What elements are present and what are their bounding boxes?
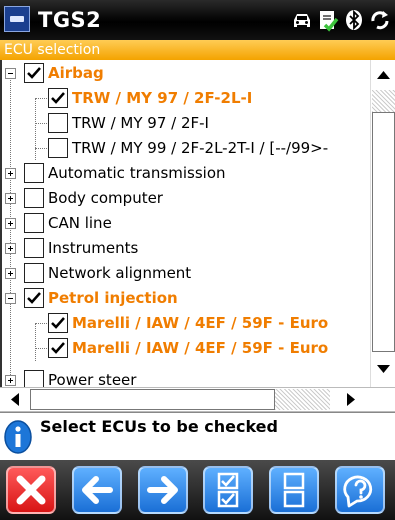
tree-node-petrol-injection[interactable]: Petrol injection (2, 286, 370, 311)
app-title: TGS2 (38, 8, 102, 32)
tree-connector (35, 348, 47, 349)
expand-toggle[interactable] (5, 375, 16, 386)
checkbox-marelli-1[interactable] (48, 313, 68, 333)
tree-node-label: Body computer (48, 189, 163, 207)
info-icon (4, 420, 32, 454)
expand-toggle[interactable] (5, 268, 16, 279)
checkbox-power-steer[interactable] (24, 370, 44, 387)
checkbox-trw-2[interactable] (48, 113, 68, 133)
collapse-toggle[interactable] (5, 293, 16, 304)
tree-node-network-alignment[interactable]: Network alignment (2, 261, 370, 286)
help-button[interactable] (329, 460, 395, 520)
tree-node-label: Automatic transmission (48, 164, 226, 182)
back-button[interactable] (66, 460, 132, 520)
select-all-icon (218, 472, 239, 508)
select-all-button[interactable] (197, 460, 263, 520)
tree-node-label: CAN line (48, 214, 112, 232)
expand-toggle[interactable] (5, 168, 16, 179)
help-icon (343, 475, 373, 508)
tree-node-trw-3[interactable]: TRW / MY 99 / 2F-2L-2T-I / [--/99>- (2, 136, 370, 161)
expand-toggle[interactable] (5, 218, 16, 229)
sync-icon (369, 8, 391, 32)
tree-node-label: Network alignment (48, 264, 192, 282)
checkbox-petrol-injection[interactable] (24, 288, 44, 308)
tree-node-label: Power steer (48, 371, 137, 387)
status-icons (291, 6, 391, 34)
tree-node-label: Marelli / IAW / 4EF / 59F - Euro (72, 339, 329, 357)
expand-toggle[interactable] (5, 193, 16, 204)
tree-node-label: Marelli / IAW / 4EF / 59F - Euro (72, 314, 329, 332)
info-message: Select ECUs to be checked (40, 417, 278, 436)
notepad-check-icon (317, 8, 339, 32)
tree-node-label: TRW / MY 97 / 2F-I (72, 114, 209, 132)
forward-arrow-icon (146, 476, 178, 504)
section-header: ECU selection (0, 40, 395, 60)
info-bar: Select ECUs to be checked (0, 412, 395, 460)
tree-node-body-computer[interactable]: Body computer (2, 186, 370, 211)
checkbox-network-alignment[interactable] (24, 263, 44, 283)
app-logo-icon (4, 6, 30, 32)
tree-node-label: TRW / MY 97 / 2F-2L-I (72, 89, 253, 107)
checkbox-airbag[interactable] (24, 63, 44, 83)
horizontal-scroll-thumb[interactable] (30, 389, 275, 410)
tree-node-can-line[interactable]: CAN line (2, 211, 370, 236)
scroll-right-button[interactable] (336, 388, 366, 411)
deselect-all-button[interactable] (263, 460, 329, 520)
checkbox-automatic-transmission[interactable] (24, 163, 44, 183)
checkbox-instruments[interactable] (24, 238, 44, 258)
horizontal-scroll-track[interactable] (275, 389, 330, 410)
scroll-track[interactable] (372, 90, 395, 112)
tree-node-marelli-2[interactable]: Marelli / IAW / 4EF / 59F - Euro (2, 336, 370, 361)
deselect-all-icon (284, 472, 305, 508)
back-arrow-icon (81, 476, 113, 504)
close-button[interactable] (0, 460, 66, 520)
tree-node-power-steer[interactable]: Power steer (2, 368, 370, 387)
vertical-scrollbar[interactable] (370, 60, 395, 387)
tree-node-instruments[interactable]: Instruments (2, 236, 370, 261)
tree-node-label: Airbag (48, 64, 104, 82)
collapse-toggle[interactable] (5, 68, 16, 79)
checkbox-trw-1[interactable] (48, 88, 68, 108)
scroll-left-button[interactable] (2, 388, 28, 411)
tree-node-trw-2[interactable]: TRW / MY 97 / 2F-I (2, 111, 370, 136)
expand-toggle[interactable] (5, 243, 16, 254)
scroll-down-button[interactable] (372, 356, 395, 381)
checkbox-trw-3[interactable] (48, 138, 68, 158)
bluetooth-icon (343, 8, 365, 32)
tree-connector (35, 148, 47, 149)
scroll-up-button[interactable] (372, 62, 395, 87)
tree-node-trw-1[interactable]: TRW / MY 97 / 2F-2L-I (2, 86, 370, 111)
tree-connector (35, 323, 47, 324)
horizontal-scrollbar[interactable] (0, 387, 395, 412)
forward-button[interactable] (132, 460, 198, 520)
checkbox-body-computer[interactable] (24, 188, 44, 208)
ecu-tree: Airbag TRW / MY 97 / 2F-2L-I TRW / MY 97… (0, 60, 370, 387)
checkbox-can-line[interactable] (24, 213, 44, 233)
bottom-toolbar (0, 460, 395, 520)
tree-node-airbag[interactable]: Airbag (2, 61, 370, 86)
tree-node-label: Instruments (48, 239, 139, 257)
title-bar: TGS2 (0, 0, 395, 40)
tree-node-label: Petrol injection (48, 289, 178, 307)
checkbox-marelli-2[interactable] (48, 338, 68, 358)
tree-connector (35, 123, 47, 124)
close-icon (16, 475, 46, 505)
tree-node-automatic-transmission[interactable]: Automatic transmission (2, 161, 370, 186)
tree-node-marelli-1[interactable]: Marelli / IAW / 4EF / 59F - Euro (2, 311, 370, 336)
tree-node-label: TRW / MY 99 / 2F-2L-2T-I / [--/99>- (72, 139, 329, 157)
scroll-thumb[interactable] (372, 112, 395, 352)
car-icon (291, 8, 313, 32)
tree-connector (35, 98, 47, 99)
